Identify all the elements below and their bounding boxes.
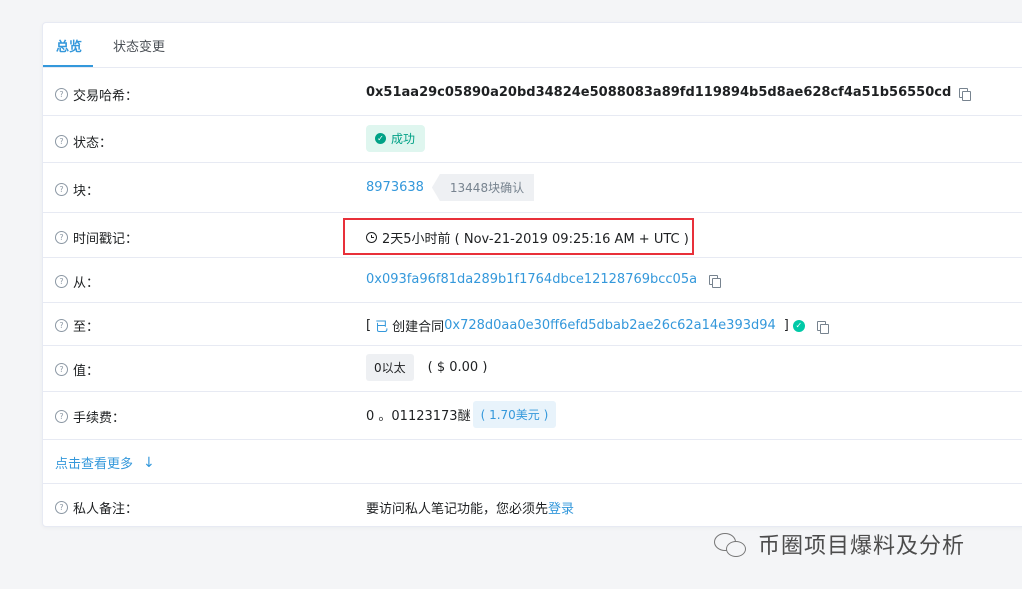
from-value: 0x093fa96f81da289b1f1764dbce12128769bcc0… — [366, 272, 722, 288]
to-value: [ 已 创建合同 0x728d0aa0e30ff6efd5dbab2ae26c6… — [366, 316, 829, 335]
active-tab-indicator — [43, 65, 93, 67]
private-note-label: ? 私人备注： — [55, 498, 138, 517]
block-label: ? 块： — [55, 180, 99, 199]
tab-bar: 总览 状态变更 — [43, 23, 1022, 68]
help-icon[interactable]: ? — [55, 319, 68, 332]
help-icon[interactable]: ? — [55, 183, 68, 196]
divider — [43, 483, 1022, 484]
tab-state-changes[interactable]: 状态变更 — [113, 36, 165, 55]
fee-value: 0 。01123173醚 ( 1.70美元 ) — [366, 401, 557, 428]
timestamp-label: ? 时间戳记： — [55, 228, 138, 247]
status-badge: ✓ 成功 — [366, 125, 426, 152]
private-note-value: 要访问私人笔记功能，您必须先 登录 — [366, 498, 574, 517]
divider — [43, 162, 1022, 163]
help-icon[interactable]: ? — [55, 231, 68, 244]
verified-check-icon: ✓ — [792, 319, 805, 332]
divider — [43, 345, 1022, 346]
see-more-button[interactable]: 点击查看更多 ↓ — [55, 453, 155, 473]
status-label: ? 状态： — [55, 132, 112, 151]
divider — [43, 391, 1022, 392]
to-label: ? 至： — [55, 316, 99, 335]
fee-label: ? 手续费： — [55, 407, 125, 426]
wechat-icon — [714, 531, 748, 557]
help-icon[interactable]: ? — [55, 501, 68, 514]
confirmations-badge: 13448块确认 — [431, 174, 535, 201]
help-icon[interactable]: ? — [55, 88, 68, 101]
tab-overview[interactable]: 总览 — [56, 36, 82, 55]
value-label: ? 值： — [55, 360, 99, 379]
help-icon[interactable]: ? — [55, 363, 68, 376]
copy-icon[interactable] — [709, 274, 722, 288]
help-icon[interactable]: ? — [55, 135, 68, 148]
copy-icon[interactable] — [959, 87, 972, 101]
block-value: 8973638 13448块确认 — [366, 174, 535, 201]
status-value: ✓ 成功 — [366, 125, 426, 152]
txhash-value: 0x51aa29c05890a20bd34824e5088083a89fd119… — [366, 85, 972, 101]
ether-amount: 0以太 — [366, 354, 414, 381]
transaction-details-card: 总览 状态变更 ? 交易哈希： 0x51aa29c05890a20bd34824… — [42, 22, 1022, 527]
block-number-link[interactable]: 8973638 — [366, 180, 424, 195]
from-address-link[interactable]: 0x093fa96f81da289b1f1764dbce12128769bcc0… — [366, 272, 697, 287]
divider — [43, 302, 1022, 303]
help-icon[interactable]: ? — [55, 410, 68, 423]
fee-usd-badge: ( 1.70美元 ) — [472, 401, 557, 428]
check-circle-icon: ✓ — [375, 133, 386, 144]
arrow-down-icon: ↓ — [143, 454, 155, 471]
divider — [43, 115, 1022, 116]
highlight-annotation-box — [343, 218, 694, 255]
copy-icon[interactable] — [816, 320, 829, 334]
value-value: 0以太 ( $ 0.00 ) — [366, 354, 487, 381]
login-link[interactable]: 登录 — [548, 498, 574, 517]
divider — [43, 212, 1022, 213]
divider — [43, 257, 1022, 258]
divider — [43, 439, 1022, 440]
help-icon[interactable]: ? — [55, 275, 68, 288]
contract-created-label: 已 — [375, 320, 389, 335]
contract-address-link[interactable]: 0x728d0aa0e30ff6efd5dbab2ae26c62a14e393d… — [444, 318, 776, 333]
txhash-label: ? 交易哈希： — [55, 85, 138, 104]
watermark: 币圈项目爆料及分析 — [714, 528, 965, 560]
from-label: ? 从： — [55, 272, 99, 291]
